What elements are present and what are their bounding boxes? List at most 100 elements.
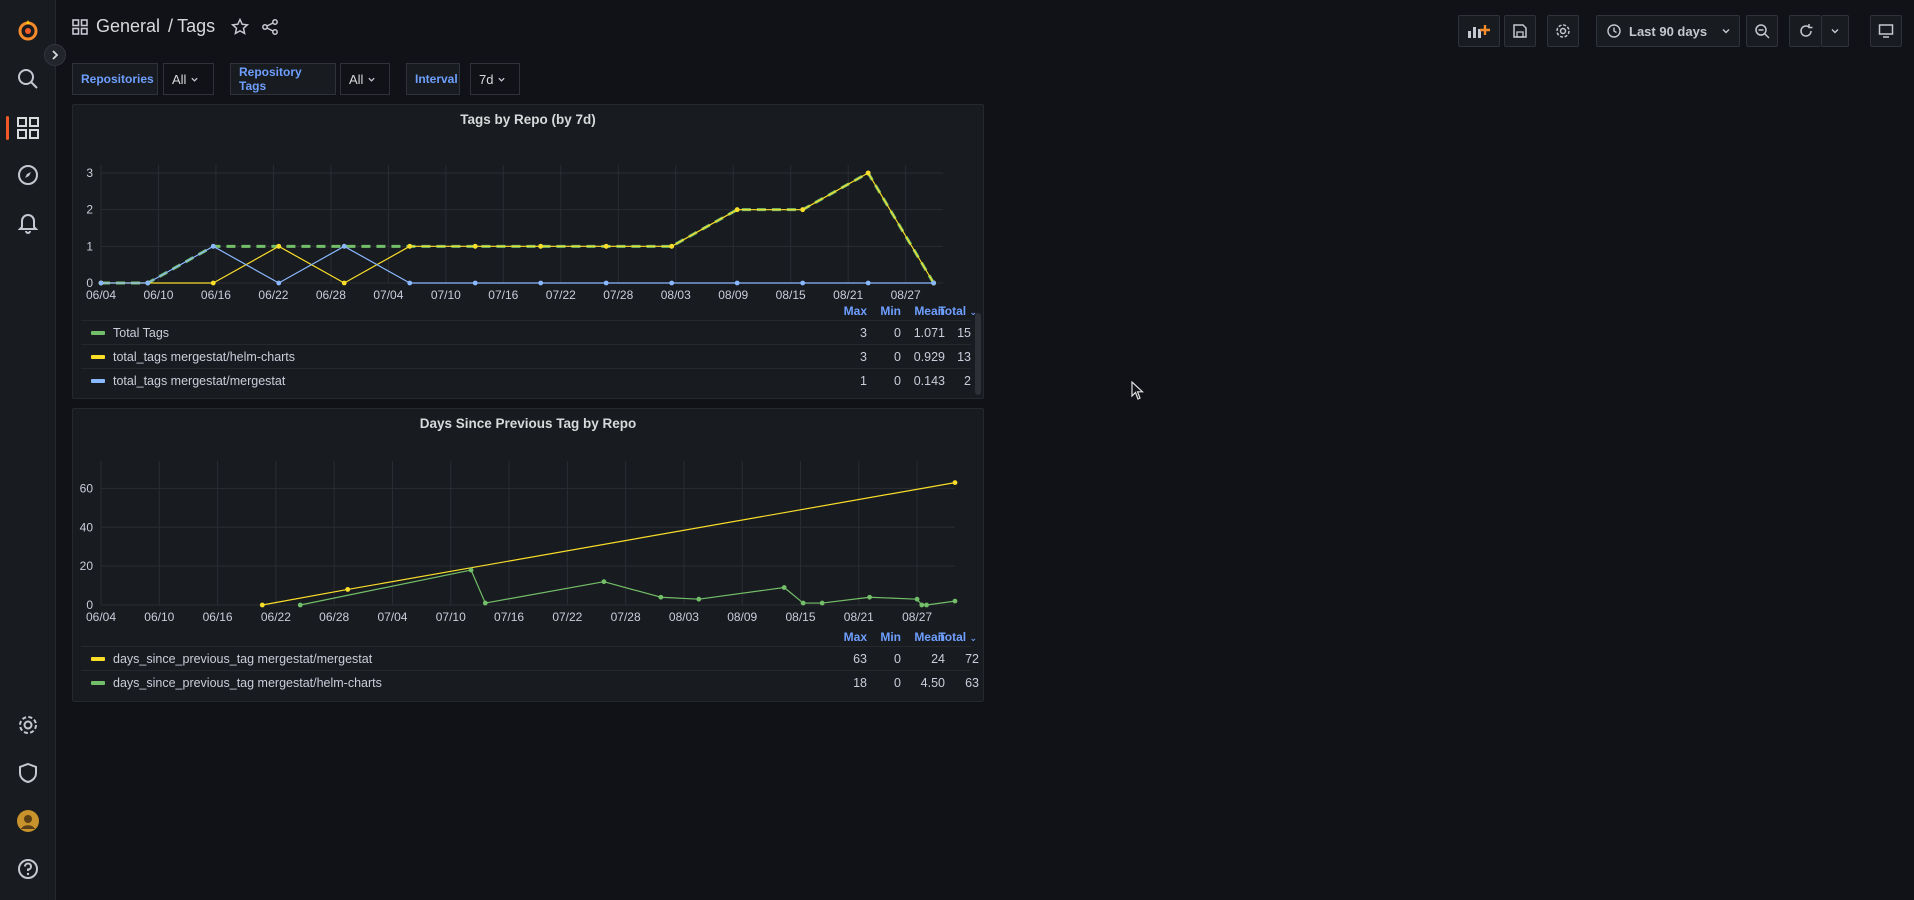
mouse-cursor-icon <box>1131 381 1145 400</box>
save-dashboard-button[interactable] <box>1504 15 1536 47</box>
time-range-picker[interactable]: Last 90 days <box>1596 15 1740 47</box>
gear-icon[interactable] <box>12 709 44 741</box>
data-point <box>914 596 920 602</box>
legend-header-total[interactable]: Total ⌄ <box>927 630 977 644</box>
data-point <box>407 243 413 249</box>
data-point <box>538 243 544 249</box>
refresh-interval-dropdown[interactable] <box>1821 15 1849 47</box>
folder-link[interactable]: General <box>96 16 160 37</box>
data-point <box>781 585 787 590</box>
breadcrumb: General / Tags <box>72 16 279 37</box>
compass-icon[interactable] <box>12 159 44 191</box>
data-point <box>468 567 474 573</box>
series-color-swatch[interactable] <box>91 379 105 383</box>
x-tick-label: 06/10 <box>143 288 173 302</box>
data-point <box>145 280 151 286</box>
series-color-swatch[interactable] <box>91 657 105 661</box>
legend-header-min[interactable]: Min <box>851 304 901 318</box>
variable-select-repositories[interactable]: All <box>163 63 214 95</box>
breadcrumb-separator: / <box>168 16 174 36</box>
legend-row[interactable]: days_since_previous_tag mergestat/helm-c… <box>81 670 979 694</box>
expand-sidebar-button[interactable] <box>44 44 66 66</box>
series-line <box>300 569 956 606</box>
series-name: Total Tags <box>113 326 170 340</box>
grafana-logo-icon[interactable] <box>12 14 44 46</box>
data-point <box>865 280 871 286</box>
time-series-chart[interactable]: 06/04 06/10 06/16 06/22 06/28 07/04 07/10 07/16… <box>73 105 985 305</box>
search-icon[interactable] <box>12 63 44 95</box>
y-tick-label: 20 <box>80 559 94 573</box>
help-icon[interactable] <box>12 853 44 885</box>
x-tick-label: 08/27 <box>891 288 921 302</box>
legend-header-min[interactable]: Min <box>851 630 901 644</box>
zoom-out-button[interactable] <box>1746 15 1778 47</box>
monitor-icon <box>1878 24 1894 38</box>
avatar[interactable] <box>12 805 44 837</box>
legend-row[interactable]: total_tags mergestat/helm-charts 3 0 0.9… <box>81 344 971 368</box>
legend-header-total[interactable]: Total ⌄ <box>927 304 977 318</box>
legend-row[interactable]: total_tags mergestat/mergestat 1 0 0.143… <box>81 368 971 392</box>
bell-icon[interactable] <box>12 207 44 239</box>
data-point <box>658 594 664 600</box>
time-range-label: Last 90 days <box>1629 23 1708 39</box>
stat-total: 72 <box>965 652 979 666</box>
refresh-button[interactable] <box>1789 15 1821 47</box>
dashboard-title[interactable]: Tags <box>177 16 215 37</box>
data-point <box>297 602 303 608</box>
gear-icon <box>1556 24 1570 38</box>
zoom-out-icon <box>1755 24 1770 39</box>
stat-total: 15 <box>957 326 971 340</box>
panel-days-since-previous-tag: Days Since Previous Tag by Repo 06/04 06/… <box>72 408 984 702</box>
legend-row[interactable]: days_since_previous_tag mergestat/merges… <box>81 646 979 670</box>
x-tick-label: 07/16 <box>494 610 524 624</box>
stat-min: 0 <box>894 374 901 388</box>
x-tick-label: 06/10 <box>144 610 174 624</box>
variable-value: 7d <box>479 71 494 87</box>
data-point <box>259 602 265 608</box>
variable-label-repositories: Repositories <box>72 63 158 95</box>
dashboards-icon[interactable] <box>12 112 44 144</box>
x-tick-label: 07/10 <box>436 610 466 624</box>
data-point <box>210 243 216 249</box>
x-tick-label: 07/28 <box>611 610 641 624</box>
x-tick-label: 07/28 <box>603 288 633 302</box>
series-color-swatch[interactable] <box>91 355 105 359</box>
data-point <box>276 243 282 249</box>
chevron-down-icon <box>368 77 376 82</box>
variable-label-repository-tags: Repository Tags <box>230 63 336 95</box>
data-point <box>867 594 872 600</box>
x-tick-label: 06/16 <box>203 610 233 624</box>
x-tick-label: 08/15 <box>786 610 816 624</box>
stat-total: 2 <box>964 374 971 388</box>
series-color-swatch[interactable] <box>91 681 105 685</box>
data-point <box>669 243 675 249</box>
data-point <box>696 596 702 602</box>
variable-select-interval[interactable]: 7d <box>470 63 520 95</box>
shield-icon[interactable] <box>12 757 44 789</box>
data-point <box>734 280 740 286</box>
variable-value: All <box>172 71 187 87</box>
dashboard-settings-button[interactable] <box>1547 15 1579 47</box>
x-tick-label: 07/22 <box>552 610 582 624</box>
add-panel-button[interactable] <box>1458 15 1500 47</box>
legend-table: Max Min Mean Total ⌄ days_since_previous… <box>81 628 979 694</box>
legend-scrollbar[interactable] <box>975 313 981 395</box>
refresh-icon <box>1799 24 1812 37</box>
data-point <box>341 243 347 249</box>
data-point <box>276 280 282 286</box>
share-icon[interactable] <box>261 18 279 36</box>
tv-mode-button[interactable] <box>1870 15 1902 47</box>
x-tick-label: 07/04 <box>373 288 403 302</box>
chevron-down-icon <box>191 77 199 82</box>
data-point <box>734 207 740 213</box>
star-icon[interactable] <box>231 17 250 36</box>
series-name: total_tags mergestat/helm-charts <box>113 350 296 364</box>
series-name: total_tags mergestat/mergestat <box>113 374 286 388</box>
x-tick-label: 08/03 <box>669 610 699 624</box>
series-color-swatch[interactable] <box>91 331 105 335</box>
data-point <box>345 587 351 592</box>
data-point <box>341 280 347 286</box>
variable-select-repository-tags[interactable]: All <box>340 63 390 95</box>
legend-row[interactable]: Total Tags 3 0 1.071 15 <box>81 320 971 344</box>
time-series-chart[interactable]: 06/04 06/10 06/16 06/22 06/28 07/04 07/10 07/16… <box>73 409 985 631</box>
